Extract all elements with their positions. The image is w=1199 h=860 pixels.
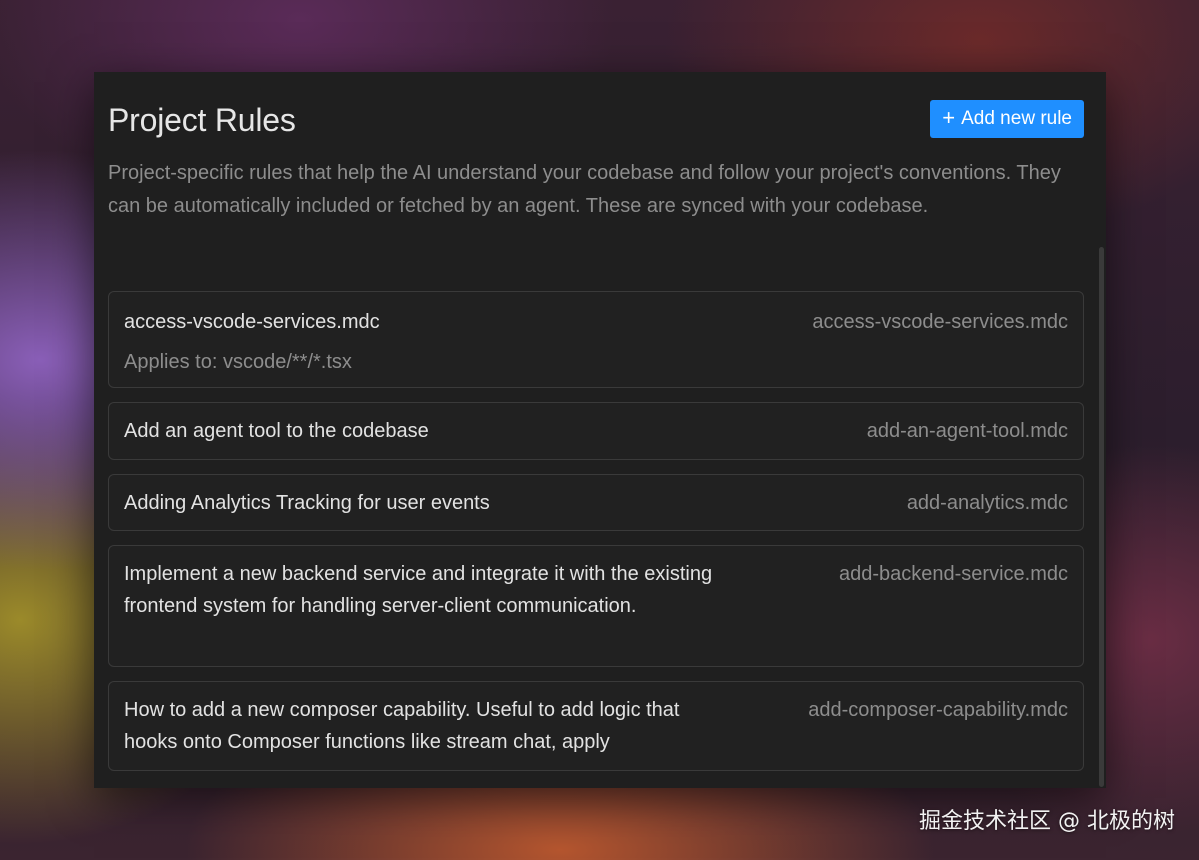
page-title: Project Rules	[108, 102, 296, 138]
add-new-rule-button[interactable]: + Add new rule	[930, 100, 1084, 138]
rule-item-add-composer-capability[interactable]: How to add a new composer capability. Us…	[108, 681, 1084, 771]
watermark: 掘金技术社区 @ 北极的树	[919, 809, 1175, 834]
rule-item-main: Add an agent tool to the codebase	[124, 415, 429, 447]
rule-item-add-analytics[interactable]: Adding Analytics Tracking for user event…	[108, 474, 1084, 531]
rule-name: How to add a new composer capability. Us…	[124, 699, 680, 753]
rule-applies-to: Applies to: vscode/**/*.tsx	[124, 351, 352, 373]
panel-description: Project-specific rules that help the AI …	[108, 162, 1061, 217]
add-new-rule-label: Add new rule	[961, 108, 1072, 129]
rule-item-access-vscode-services[interactable]: access-vscode-services.mdc Applies to: v…	[108, 291, 1084, 388]
project-rules-panel: Project Rules + Add new rule Project-spe…	[94, 72, 1106, 788]
rule-filename: add-an-agent-tool.mdc	[866, 420, 1068, 442]
vertical-scrollbar[interactable]	[1099, 247, 1104, 787]
rule-item-main: Implement a new backend service and inte…	[124, 558, 734, 622]
rule-item-add-an-agent-tool[interactable]: Add an agent tool to the codebase add-an…	[108, 402, 1084, 460]
rule-name: Adding Analytics Tracking for user event…	[124, 492, 490, 514]
rule-item-add-backend-service[interactable]: Implement a new backend service and inte…	[108, 545, 1084, 667]
plus-icon: +	[942, 105, 956, 130]
rule-name: access-vscode-services.mdc	[124, 311, 380, 333]
rule-filename: access-vscode-services.mdc	[812, 311, 1068, 333]
rule-filename: add-backend-service.mdc	[839, 563, 1068, 585]
rule-name: Add an agent tool to the codebase	[124, 420, 429, 442]
rules-list: access-vscode-services.mdc Applies to: v…	[108, 291, 1084, 785]
rule-filename: add-composer-capability.mdc	[808, 699, 1068, 721]
rule-name: Implement a new backend service and inte…	[124, 563, 713, 617]
panel-header: Project Rules + Add new rule	[108, 100, 1084, 140]
rule-filename: add-analytics.mdc	[906, 492, 1068, 514]
rule-item-main: Adding Analytics Tracking for user event…	[124, 487, 490, 519]
rule-item-main: access-vscode-services.mdc Applies to: v…	[124, 306, 380, 378]
rule-item-main: How to add a new composer capability. Us…	[124, 694, 734, 758]
